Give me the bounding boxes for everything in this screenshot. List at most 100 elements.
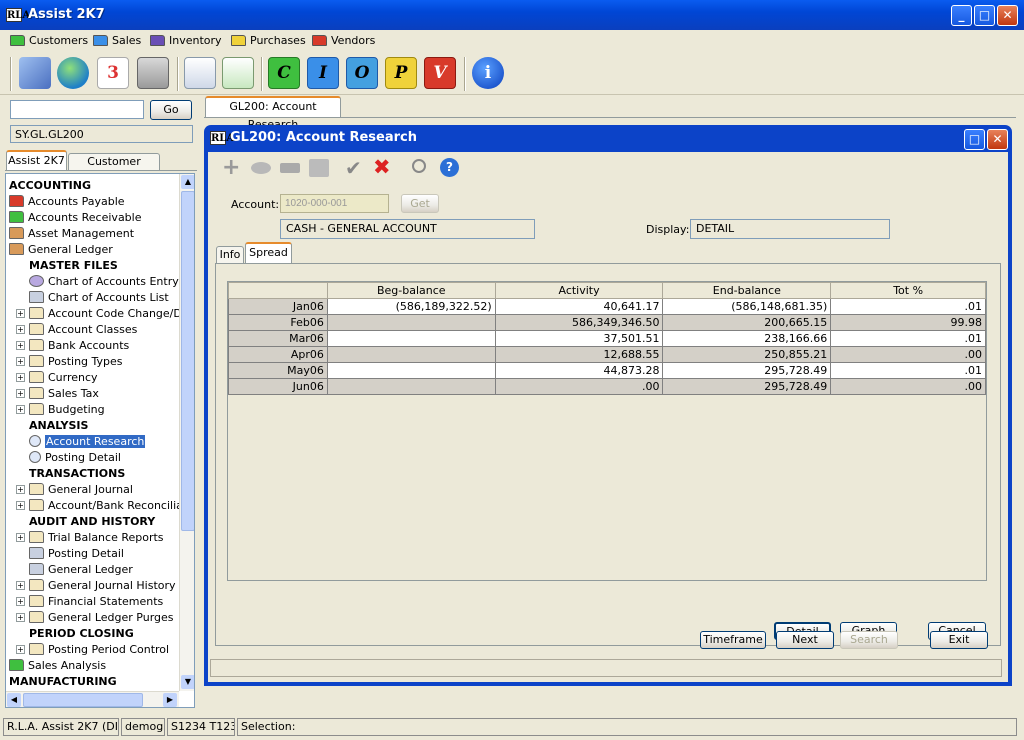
contact-card-icon[interactable]: [184, 57, 216, 89]
tree-item[interactable]: Sales Analysis: [9, 658, 106, 674]
expand-icon[interactable]: +: [16, 581, 25, 590]
tree-item[interactable]: + Trial Balance Reports: [16, 530, 164, 546]
tree-vertical-scrollbar[interactable]: ▲ ▼: [179, 174, 194, 691]
expand-icon[interactable]: +: [16, 389, 25, 398]
minimize-button[interactable]: _: [951, 5, 972, 26]
menu-purchases[interactable]: Purchases: [231, 32, 306, 48]
table-row[interactable]: Feb06 586,349,346.50 200,665.15 99.98: [228, 314, 986, 331]
tree-item[interactable]: Asset Management: [9, 226, 134, 242]
tree-horizontal-scrollbar[interactable]: ◀ ▶: [6, 691, 179, 707]
inventory-i-icon[interactable]: I: [307, 57, 339, 89]
expand-icon[interactable]: +: [16, 533, 25, 542]
expand-icon[interactable]: +: [16, 309, 25, 318]
maximize-button[interactable]: □: [974, 5, 995, 26]
calendar-icon[interactable]: 3: [97, 57, 129, 89]
navigation-tree: ACCOUNTING Accounts Payable Accounts Recei…: [5, 173, 195, 708]
globe-icon[interactable]: [57, 57, 89, 89]
check-icon[interactable]: ✔: [345, 156, 362, 180]
tab-assist-2k7[interactable]: Assist 2K7: [6, 150, 67, 170]
menu-inventory[interactable]: Inventory: [150, 32, 222, 48]
tree-item[interactable]: + Currency: [16, 370, 98, 386]
table-row[interactable]: Apr06 12,688.55 250,855.21.00: [228, 346, 986, 363]
tree-item[interactable]: Account Research: [29, 434, 146, 450]
tree-item-label: Sales Analysis: [28, 659, 107, 672]
tree-item[interactable]: + General Journal History: [16, 578, 176, 594]
next-button[interactable]: Next: [776, 631, 834, 649]
tab-customer-service[interactable]: Customer Service: [68, 153, 160, 184]
vendors-v-icon[interactable]: V: [424, 57, 456, 89]
tree-item[interactable]: Chart of Accounts List: [29, 290, 169, 306]
expand-icon[interactable]: +: [16, 597, 25, 606]
tree-item[interactable]: Accounts Receivable: [9, 210, 142, 226]
scroll-down-icon[interactable]: ▼: [181, 675, 194, 689]
expand-icon[interactable]: +: [16, 405, 25, 414]
table-row[interactable]: Jun06 .00 295,728.49.00: [228, 378, 986, 395]
expand-icon[interactable]: +: [16, 501, 25, 510]
mail-icon[interactable]: [19, 57, 51, 89]
customers-c-icon[interactable]: C: [268, 57, 300, 89]
search-button[interactable]: Search: [840, 631, 898, 649]
expand-icon[interactable]: +: [16, 373, 25, 382]
table-row[interactable]: Jan06 (586,189,322.52) 40,641.17 (586,148,6…: [228, 298, 986, 315]
expand-icon[interactable]: +: [16, 613, 25, 622]
tree-item[interactable]: General Ledger: [29, 562, 133, 578]
tree-item[interactable]: + Account Classes: [16, 322, 137, 338]
tree-item[interactable]: + Account Code Change/Dele: [16, 306, 194, 322]
help-icon[interactable]: ?: [440, 158, 459, 177]
tree-item[interactable]: + Sales Tax: [16, 386, 99, 402]
tree-item[interactable]: + Budgeting: [16, 402, 105, 418]
tree-item[interactable]: Posting Detail: [29, 546, 124, 562]
tree-item[interactable]: Accounts Payable: [9, 194, 125, 210]
tree-item[interactable]: + Posting Types: [16, 354, 123, 370]
scroll-right-icon[interactable]: ▶: [163, 693, 177, 707]
menu-customers[interactable]: Customers: [10, 32, 88, 48]
expand-icon[interactable]: +: [16, 357, 25, 366]
info-icon[interactable]: i: [472, 57, 504, 89]
print-icon[interactable]: [309, 159, 329, 177]
table-row[interactable]: Mar06 37,501.51 238,166.66.01: [228, 330, 986, 347]
expand-icon[interactable]: +: [16, 325, 25, 334]
timeframe-button[interactable]: Timeframe: [700, 631, 766, 649]
dialog-maximize-button[interactable]: □: [964, 129, 985, 150]
menu-vendors[interactable]: Vendors: [312, 32, 375, 48]
menu-sales[interactable]: Sales: [93, 32, 141, 48]
scroll-up-icon[interactable]: ▲: [181, 175, 194, 189]
tree-item[interactable]: General Ledger: [9, 242, 113, 258]
search-input[interactable]: [10, 100, 144, 119]
tab-spread[interactable]: Spread: [245, 242, 292, 263]
tree-item[interactable]: + Bank Accounts: [16, 338, 129, 354]
add-icon[interactable]: +: [222, 157, 242, 179]
go-button[interactable]: Go: [150, 100, 192, 120]
tree-item[interactable]: + Financial Statements: [16, 594, 163, 610]
tree-item[interactable]: Posting Detail: [29, 450, 121, 466]
table-row[interactable]: May06 44,873.28 295,728.49.01: [228, 362, 986, 379]
tree-item[interactable]: + Posting Period Control: [16, 642, 169, 658]
table-cell: [326, 314, 496, 331]
magnifier-icon[interactable]: [412, 159, 426, 173]
account-field[interactable]: [280, 194, 389, 213]
link-icon[interactable]: [251, 162, 271, 174]
expand-icon[interactable]: +: [16, 485, 25, 494]
tab-info[interactable]: Info: [216, 246, 244, 263]
purchases-p-icon[interactable]: P: [385, 57, 417, 89]
tree-item[interactable]: + Account/Bank Reconciliatio: [16, 498, 194, 514]
close-button[interactable]: ✕: [997, 5, 1018, 26]
orders-o-icon[interactable]: O: [346, 57, 378, 89]
tree-item[interactable]: + General Journal: [16, 482, 133, 498]
exit-button[interactable]: Exit: [930, 631, 988, 649]
scroll-thumb[interactable]: [181, 191, 194, 531]
get-button[interactable]: Get: [401, 194, 439, 213]
tree-item[interactable]: Chart of Accounts Entry: [29, 274, 179, 290]
delete-x-icon[interactable]: ✖: [373, 155, 391, 179]
scroll-thumb[interactable]: [23, 693, 143, 707]
calculator-icon[interactable]: [137, 57, 169, 89]
table-cell: .00: [494, 378, 664, 395]
expand-icon[interactable]: +: [16, 341, 25, 350]
minus-icon[interactable]: [280, 163, 300, 173]
dialog-close-button[interactable]: ✕: [987, 129, 1008, 150]
expand-icon[interactable]: +: [16, 645, 25, 654]
scroll-left-icon[interactable]: ◀: [7, 693, 21, 707]
report-chart-icon[interactable]: [222, 57, 254, 89]
tab-gl200[interactable]: GL200: Account Research: [205, 96, 341, 131]
tree-item[interactable]: + General Ledger Purges: [16, 610, 174, 626]
